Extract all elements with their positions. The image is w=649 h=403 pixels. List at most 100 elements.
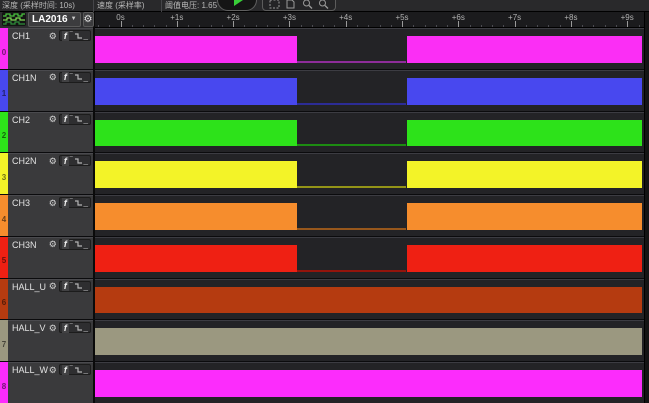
- waveform-high-segment: [95, 36, 297, 63]
- trigger-low-level-icon[interactable]: _: [84, 156, 88, 165]
- device-model-dropdown[interactable]: LA2016 ▼: [28, 12, 81, 27]
- channel-measure-f-icon[interactable]: f: [62, 156, 69, 166]
- trigger-edge-icon[interactable]: [74, 115, 83, 123]
- zoom-out-icon[interactable]: [318, 0, 329, 9]
- trigger-high-level-icon[interactable]: ‾: [70, 156, 73, 165]
- ruler-minor-tick: [301, 25, 302, 27]
- channel-controls: ⚙ f ‾ _: [49, 197, 91, 208]
- trigger-low-level-icon[interactable]: _: [84, 198, 88, 207]
- waveform-lane[interactable]: [95, 320, 649, 361]
- trigger-high-level-icon[interactable]: ‾: [70, 31, 73, 40]
- channel-color-strip: 6: [0, 279, 8, 320]
- trigger-high-level-icon[interactable]: ‾: [70, 198, 73, 207]
- channel-label-cell[interactable]: 2 CH2 ⚙ f ‾ _: [0, 112, 95, 153]
- channel-label-cell[interactable]: 3 CH2N ⚙ f ‾ _: [0, 153, 95, 194]
- channel-settings-gear-icon[interactable]: ⚙: [49, 365, 57, 375]
- trigger-high-level-icon[interactable]: ‾: [70, 240, 73, 249]
- waveform-high-segment: [95, 245, 297, 272]
- trigger-high-level-icon[interactable]: ‾: [70, 73, 73, 82]
- trigger-high-level-icon[interactable]: ‾: [70, 323, 73, 332]
- device-model-label: LA2016: [32, 13, 68, 26]
- channel-settings-gear-icon[interactable]: ⚙: [49, 198, 57, 208]
- zoom-in-icon[interactable]: [302, 0, 313, 9]
- waveform-high-segment: [407, 161, 642, 188]
- trigger-low-level-icon[interactable]: _: [84, 115, 88, 124]
- channel-label-cell[interactable]: 5 CH3N ⚙ f ‾ _: [0, 237, 95, 278]
- channel-settings-gear-icon[interactable]: ⚙: [49, 281, 57, 291]
- trigger-edge-icon[interactable]: [74, 157, 83, 165]
- vertical-scrollbar[interactable]: [644, 12, 649, 403]
- channel-settings-gear-icon[interactable]: ⚙: [49, 323, 57, 333]
- selection-box-icon[interactable]: [269, 0, 280, 9]
- trigger-low-level-icon[interactable]: _: [84, 31, 88, 40]
- trigger-edge-icon[interactable]: [74, 366, 83, 374]
- trigger-edge-icon[interactable]: [74, 240, 83, 248]
- trigger-high-level-icon[interactable]: ‾: [70, 365, 73, 374]
- channel-number: 7: [0, 340, 8, 349]
- channel-trigger-group: f ‾ _: [59, 197, 91, 208]
- ruler-minor-tick: [593, 25, 594, 27]
- channel-label-cell[interactable]: 8 HALL_W ⚙ f ‾ _: [0, 362, 95, 403]
- logic-analyzer-app: 深度 (采样时间: 10s) 速度 (采样率) 阈值电压: 1.65 V: [0, 0, 649, 403]
- channel-name: HALL_V: [12, 323, 46, 333]
- ruler-minor-tick: [380, 25, 381, 27]
- trigger-low-level-icon[interactable]: _: [84, 73, 88, 82]
- waveform-lane[interactable]: [95, 279, 649, 320]
- channel-number: 1: [0, 89, 8, 98]
- waveform-lane[interactable]: [95, 362, 649, 403]
- ruler-minor-tick: [470, 25, 471, 27]
- time-ruler[interactable]: 0s+1s+2s+3s+4s+5s+6s+7s+8s+9s: [95, 12, 649, 28]
- channel-label-cell[interactable]: 0 CH1 ⚙ f ‾ _: [0, 28, 95, 69]
- waveform-lane[interactable]: [95, 153, 649, 194]
- channel-list: 0 CH1 ⚙ f ‾ _ 1 CH1N: [0, 28, 649, 403]
- trigger-low-level-icon[interactable]: _: [84, 365, 88, 374]
- start-capture-button[interactable]: [217, 0, 257, 11]
- waveform-lane[interactable]: [95, 70, 649, 111]
- ruler-minor-tick: [256, 25, 257, 27]
- channel-settings-gear-icon[interactable]: ⚙: [49, 31, 57, 41]
- channel-measure-f-icon[interactable]: f: [62, 72, 69, 82]
- channel-label-cell[interactable]: 1 CH1N ⚙ f ‾ _: [0, 70, 95, 111]
- channel-color-strip: 2: [0, 112, 8, 153]
- channel-measure-f-icon[interactable]: f: [62, 114, 69, 124]
- trigger-high-level-icon[interactable]: ‾: [70, 282, 73, 291]
- channel-label-cell[interactable]: 4 CH3 ⚙ f ‾ _: [0, 195, 95, 236]
- ruler-major-tick: [627, 21, 628, 27]
- trigger-edge-icon[interactable]: [74, 73, 83, 81]
- waveform-low-segment: [297, 186, 406, 188]
- trigger-low-level-icon[interactable]: _: [84, 240, 88, 249]
- channel-settings-gear-icon[interactable]: ⚙: [49, 156, 57, 166]
- waveform-lane[interactable]: [95, 195, 649, 236]
- channel-number: 0: [0, 48, 8, 57]
- channel-measure-f-icon[interactable]: f: [62, 365, 69, 375]
- ruler-major-tick: [233, 21, 234, 27]
- channel-settings-gear-icon[interactable]: ⚙: [49, 72, 57, 82]
- channel-measure-f-icon[interactable]: f: [62, 239, 69, 249]
- trigger-high-level-icon[interactable]: ‾: [70, 115, 73, 124]
- channel-label-cell[interactable]: 6 HALL_U ⚙ f ‾ _: [0, 279, 95, 320]
- trigger-low-level-icon[interactable]: _: [84, 323, 88, 332]
- channel-measure-f-icon[interactable]: f: [62, 31, 69, 41]
- channel-name: CH2: [12, 115, 30, 125]
- waveform-lane[interactable]: [95, 112, 649, 153]
- channel-measure-f-icon[interactable]: f: [62, 198, 69, 208]
- channel-color-strip: 5: [0, 237, 8, 278]
- trigger-edge-icon[interactable]: [74, 199, 83, 207]
- channel-measure-f-icon[interactable]: f: [62, 323, 69, 333]
- channel-name: CH3N: [12, 240, 37, 250]
- trigger-edge-icon[interactable]: [74, 282, 83, 290]
- trigger-edge-icon[interactable]: [74, 32, 83, 40]
- trigger-low-level-icon[interactable]: _: [84, 282, 88, 291]
- channel-label-cell[interactable]: 7 HALL_V ⚙ f ‾ _: [0, 320, 95, 361]
- channel-settings-gear-icon[interactable]: ⚙: [49, 114, 57, 124]
- channel-settings-gear-icon[interactable]: ⚙: [49, 239, 57, 249]
- ruler-minor-tick: [639, 25, 640, 27]
- channel-number: 4: [0, 215, 8, 224]
- device-settings-gear-icon[interactable]: ⚙: [83, 12, 94, 27]
- export-document-icon[interactable]: [285, 0, 296, 9]
- waveform-lane[interactable]: [95, 28, 649, 69]
- channel-measure-f-icon[interactable]: f: [62, 281, 69, 291]
- trigger-edge-icon[interactable]: [74, 324, 83, 332]
- waveform-lane[interactable]: [95, 237, 649, 278]
- ruler-minor-tick: [537, 25, 538, 27]
